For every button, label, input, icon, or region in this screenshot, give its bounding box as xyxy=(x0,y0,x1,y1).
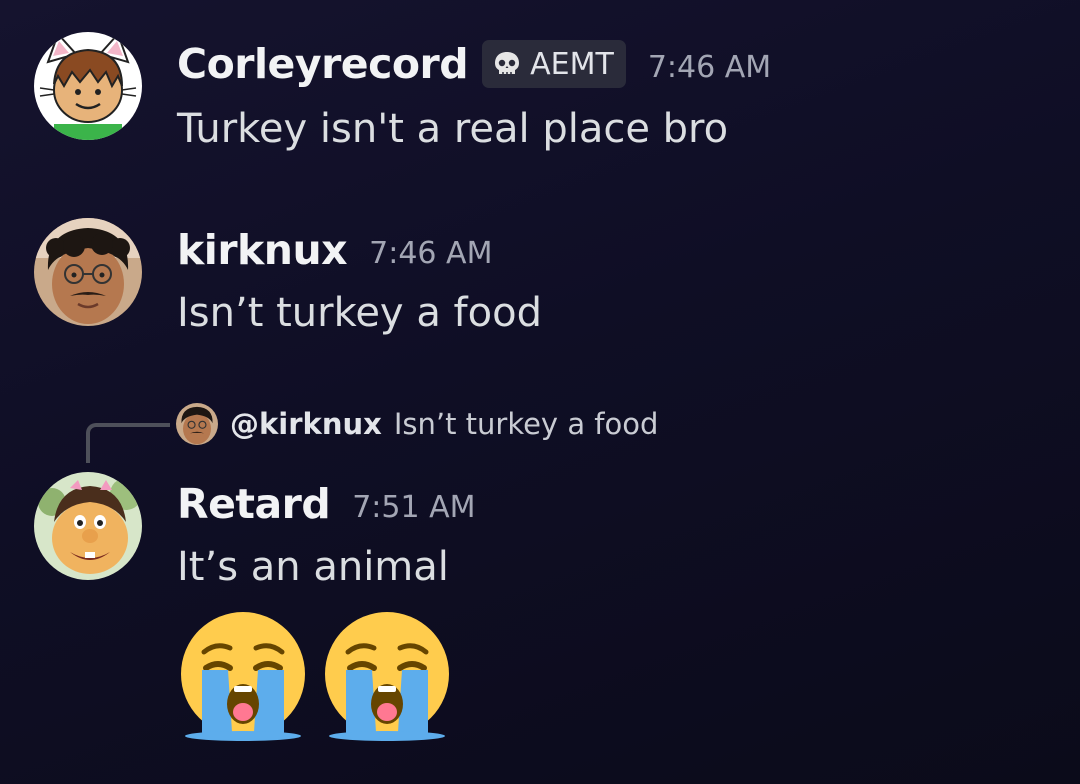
message-header: Retard 7:51 AM xyxy=(177,480,476,528)
message-text: It’s an animal xyxy=(177,544,449,590)
loudly-crying-face-emoji[interactable] xyxy=(320,608,454,742)
user-avatar-retard[interactable] xyxy=(34,472,142,580)
message-retard: Retard 7:51 AM It’s an animal xyxy=(0,0,1080,784)
emoji-row xyxy=(176,608,454,742)
timestamp: 7:51 AM xyxy=(352,489,476,525)
username[interactable]: Retard xyxy=(177,480,331,528)
loudly-crying-face-emoji[interactable] xyxy=(176,608,310,742)
